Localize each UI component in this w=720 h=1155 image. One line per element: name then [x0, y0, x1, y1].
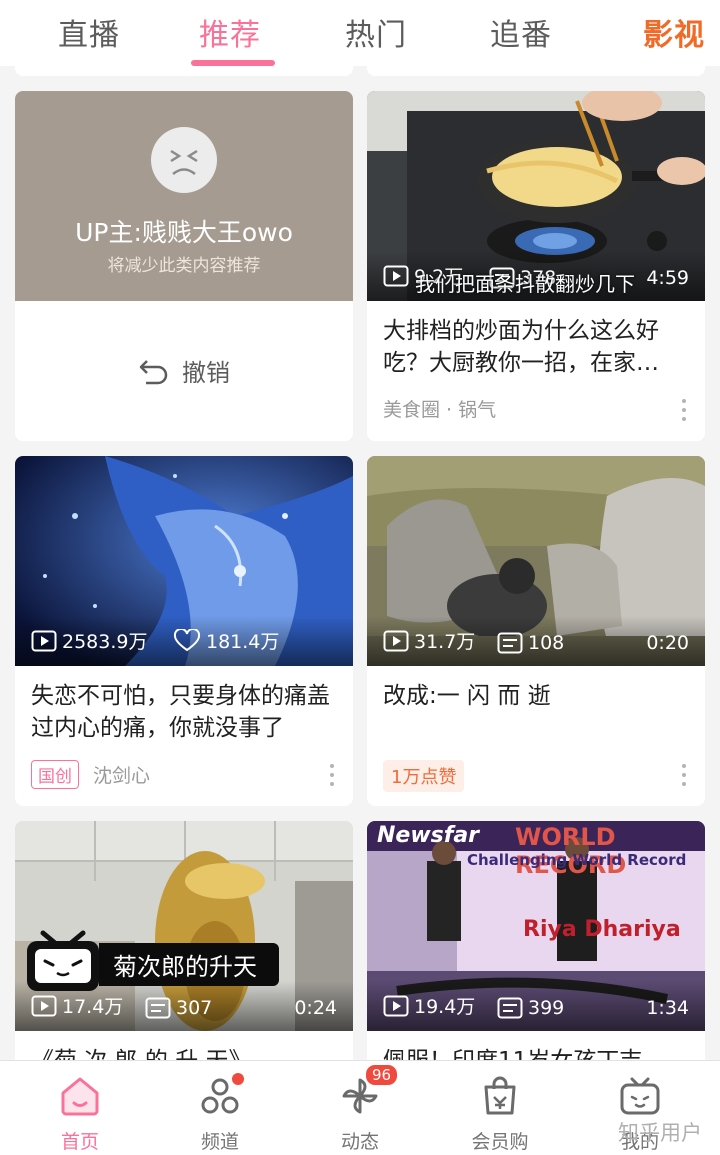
bottom-nav: 首页 频道 96 动态 会员购 我的 [0, 1060, 720, 1155]
danmaku-count: 108 [528, 632, 565, 654]
video-duration: 1:34 [646, 997, 689, 1019]
video-title[interactable]: 改成:一 闪 而 逝 [383, 680, 689, 744]
tab-movies[interactable]: 影视 [643, 10, 705, 54]
play-count-icon [383, 630, 409, 651]
tv-icon [620, 1077, 660, 1115]
nav-shop[interactable]: 会员购 [450, 1073, 550, 1154]
thumbnail-text: Riya Dhariya [523, 917, 681, 942]
nav-label: 首页 [60, 1131, 99, 1153]
thumbnail-text: Challenging World Record [467, 851, 687, 869]
video-title[interactable]: 《菊 次 郎 的 升 天》 [31, 1045, 337, 1060]
more-options-icon[interactable] [681, 399, 687, 421]
tab-recommend[interactable]: 推荐 [199, 10, 261, 54]
video-card[interactable]: 31.7万 108 0:20 改成:一 闪 而 逝 1万点赞 [367, 456, 705, 806]
home-icon [61, 1077, 99, 1116]
more-options-icon[interactable] [681, 764, 687, 786]
sad-face-icon [151, 127, 217, 193]
undo-icon [139, 359, 168, 384]
danmaku-count: 399 [528, 997, 565, 1019]
undo-label: 撤销 [182, 359, 230, 387]
undo-button[interactable]: 撤销 [15, 353, 353, 388]
nav-label: 动态 [340, 1131, 379, 1153]
video-stats-bar: 19.4万 399 1:34 [367, 981, 705, 1031]
partial-card-right [367, 66, 705, 76]
subtitle-overlay: 菊次郎的升天 [99, 943, 279, 986]
video-title[interactable]: 佩服！印度11岁女孩丁吉 [383, 1045, 689, 1060]
video-thumbnail: 菊次郎的升天 17.4万 307 0:24 [15, 821, 353, 1031]
dynamic-count-badge: 96 [364, 1063, 400, 1087]
view-count: 17.4万 [62, 996, 124, 1018]
subtitle-overlay: 我们把面条抖散翻炒几下 [415, 272, 635, 296]
video-duration: 4:59 [646, 267, 689, 289]
video-title[interactable]: 大排档的炒面为什么这么好吃？大厨教你一招，在家… [383, 315, 689, 379]
video-card[interactable]: Newsfar WORLD RECORD Challenging World R… [367, 821, 705, 1060]
dismissed-panel: UP主:贱贱大王owo 将减少此类内容推荐 [15, 91, 353, 301]
video-card[interactable]: 9.2万 378 4:59 我们把面条抖散翻炒几下 大排档的炒面为什么这么好吃？… [367, 91, 705, 441]
danmaku-icon [497, 632, 523, 654]
video-stats-bar: 31.7万 108 0:20 [367, 616, 705, 666]
danmaku-icon [497, 997, 523, 1019]
dismissed-up-name: UP主:贱贱大王owo [75, 218, 293, 247]
video-card[interactable]: 2583.9万 181.4万 失恋不可怕，只要身体的痛盖过内心的痛，你就没事了 … [15, 456, 353, 806]
video-meta[interactable]: 美食圈 · 锅气 [383, 395, 496, 422]
play-count-icon [31, 630, 57, 651]
nav-label: 会员购 [471, 1131, 529, 1153]
top-tab-bar: 直播 推荐 热门 追番 影视 [0, 0, 720, 66]
nav-channel[interactable]: 频道 [170, 1073, 270, 1154]
video-title[interactable]: 失恋不可怕，只要身体的痛盖过内心的痛，你就没事了 [31, 680, 337, 744]
nav-dynamic[interactable]: 96 动态 [310, 1063, 410, 1154]
guochuang-badge: 国创 [31, 760, 79, 789]
nav-home[interactable]: 首页 [30, 1073, 130, 1154]
video-duration: 0:20 [646, 632, 689, 654]
video-stats-bar: 17.4万 307 0:24 [15, 981, 353, 1031]
watermark: 知乎用户 [618, 1121, 702, 1145]
more-options-icon[interactable] [329, 764, 335, 786]
like-count: 181.4万 [206, 631, 280, 653]
video-thumbnail: 9.2万 378 4:59 我们把面条抖散翻炒几下 [367, 91, 705, 301]
tab-bangumi[interactable]: 追番 [490, 10, 552, 54]
video-thumbnail: Newsfar WORLD RECORD Challenging World R… [367, 821, 705, 1031]
shopping-bag-icon [484, 1076, 516, 1115]
video-thumbnail: 31.7万 108 0:20 [367, 456, 705, 666]
view-count: 31.7万 [414, 631, 476, 653]
video-thumbnail: 2583.9万 181.4万 [15, 456, 353, 666]
view-count: 19.4万 [414, 996, 476, 1018]
heart-icon [173, 628, 201, 651]
tab-live[interactable]: 直播 [58, 10, 120, 54]
video-duration: 0:24 [294, 997, 337, 1019]
thumbnail-text: Newsfar [377, 823, 480, 848]
video-stats-bar: 2583.9万 181.4万 [15, 616, 353, 666]
video-uploader[interactable]: 沈剑心 [93, 761, 150, 788]
play-count-icon [31, 995, 57, 1016]
video-feed[interactable]: UP主:贱贱大王owo 将减少此类内容推荐 撤销 9.2万 378 4:59 我… [0, 66, 720, 1060]
play-count-icon [383, 995, 409, 1016]
video-card[interactable]: 菊次郎的升天 17.4万 307 0:24 《菊 次 郎 的 升 天》 [15, 821, 353, 1060]
danmaku-count: 307 [176, 997, 213, 1019]
view-count: 2583.9万 [62, 631, 148, 653]
likes-badge: 1万点赞 [383, 760, 465, 792]
notification-dot [232, 1073, 244, 1085]
nav-label: 频道 [200, 1131, 239, 1153]
partial-card-left [15, 66, 353, 76]
dismissed-reason: 将减少此类内容推荐 [107, 256, 261, 276]
danmaku-icon [145, 997, 171, 1019]
tab-hot[interactable]: 热门 [345, 10, 407, 54]
play-count-icon [383, 265, 409, 286]
video-stats-bar: 9.2万 378 4:59 我们把面条抖散翻炒几下 [367, 251, 705, 301]
dismissed-card: UP主:贱贱大王owo 将减少此类内容推荐 撤销 [15, 91, 353, 441]
